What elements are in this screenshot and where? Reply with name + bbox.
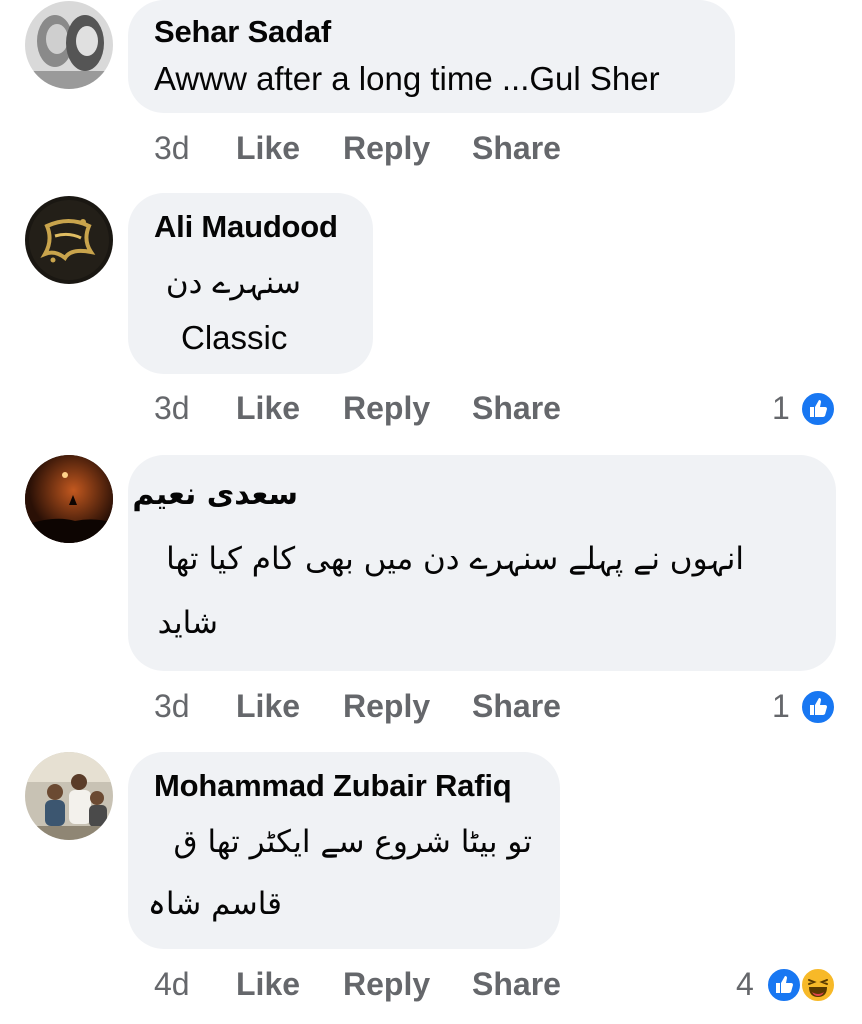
- reaction-count: 1: [772, 688, 790, 724]
- reaction-summary[interactable]: 1: [772, 688, 842, 728]
- like-icon: [766, 967, 802, 1003]
- reply-button[interactable]: Reply: [343, 688, 430, 725]
- avatar[interactable]: [25, 196, 113, 284]
- group-photo-icon: [25, 752, 113, 840]
- like-icon: [800, 689, 836, 725]
- reaction-count: 1: [772, 390, 790, 426]
- comment-author[interactable]: Sehar Sadaf: [154, 14, 331, 50]
- calligraphy-icon: [25, 196, 113, 284]
- comment-text: انہوں نے پہلے سنہرے دن میں بھی کام کیا ت…: [166, 541, 744, 577]
- comment-timestamp[interactable]: 3d: [154, 390, 190, 427]
- share-button[interactable]: Share: [472, 390, 561, 427]
- like-icon: [800, 391, 836, 427]
- comment-author[interactable]: سعدی نعیم: [132, 477, 298, 512]
- comment-text: Awww after a long time ...Gul Sher: [154, 60, 660, 97]
- haha-icon: [800, 967, 836, 1003]
- avatar[interactable]: [25, 752, 113, 840]
- comment-bubble: Sehar Sadaf Awww after a long time ...Gu…: [128, 0, 735, 113]
- reaction-summary[interactable]: 4: [736, 966, 846, 1006]
- like-button[interactable]: Like: [236, 966, 300, 1003]
- reaction-count: 4: [736, 966, 754, 1002]
- comment-bubble: سعدی نعیم انہوں نے پہلے سنہرے دن میں بھی…: [128, 455, 836, 671]
- like-button[interactable]: Like: [236, 390, 300, 427]
- comment-author[interactable]: Mohammad Zubair Rafiq: [154, 768, 512, 804]
- reply-button[interactable]: Reply: [343, 390, 430, 427]
- comment-author[interactable]: Ali Maudood: [154, 209, 338, 245]
- comment-text: سنہرے دن: [165, 265, 301, 301]
- share-button[interactable]: Share: [472, 688, 561, 725]
- comment-timestamp[interactable]: 3d: [154, 688, 190, 725]
- comment-bubble: Ali Maudood سنہرے دن Classic: [128, 193, 373, 374]
- like-button[interactable]: Like: [236, 130, 300, 167]
- comment-text: قاسم شاہ: [147, 886, 282, 922]
- night-photo-icon: [25, 455, 113, 543]
- comment-text: تو بیٹا شروع سے ایکٹر تھا ق: [173, 824, 532, 860]
- comment-timestamp[interactable]: 3d: [154, 130, 190, 167]
- reaction-summary[interactable]: 1: [772, 390, 842, 430]
- comment-timestamp[interactable]: 4d: [154, 966, 190, 1003]
- avatar[interactable]: [25, 1, 113, 89]
- comment-bubble: Mohammad Zubair Rafiq تو بیٹا شروع سے ای…: [128, 752, 560, 949]
- reply-button[interactable]: Reply: [343, 966, 430, 1003]
- comment-text: Classic: [181, 319, 288, 356]
- reply-button[interactable]: Reply: [343, 130, 430, 167]
- share-button[interactable]: Share: [472, 966, 561, 1003]
- like-button[interactable]: Like: [236, 688, 300, 725]
- avatar[interactable]: [25, 455, 113, 543]
- avatar-photo-icon: [25, 1, 113, 89]
- share-button[interactable]: Share: [472, 130, 561, 167]
- comment-text: شاید: [157, 605, 218, 641]
